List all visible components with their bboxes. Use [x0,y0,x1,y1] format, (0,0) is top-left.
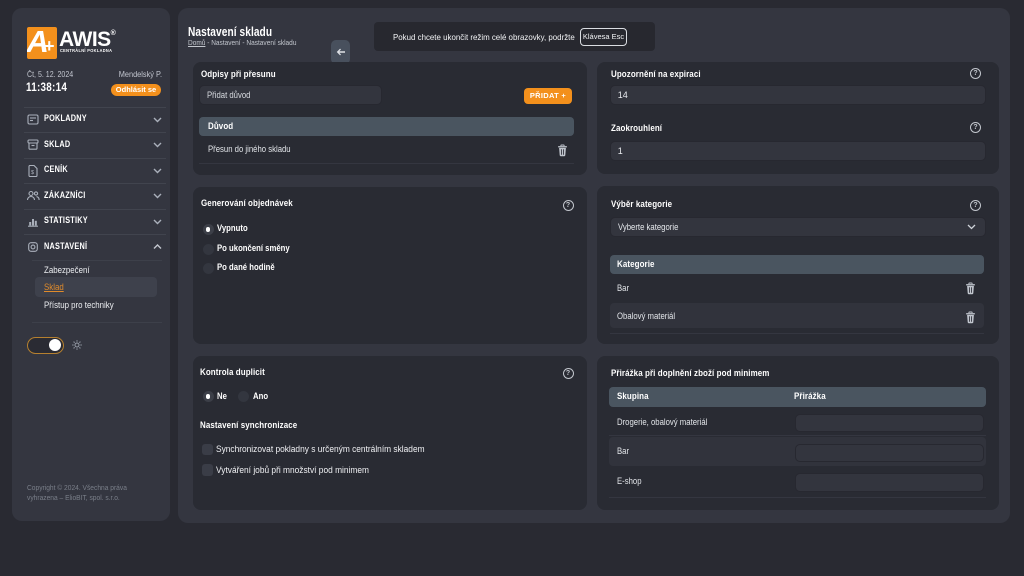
svg-text:$: $ [31,170,34,176]
